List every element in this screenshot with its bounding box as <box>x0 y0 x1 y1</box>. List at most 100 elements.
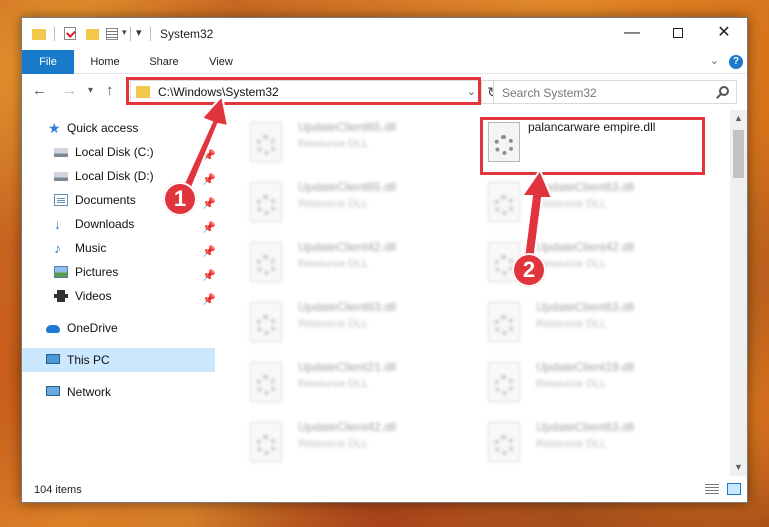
folder-icon <box>32 29 46 40</box>
file-name: UpdateClient42.dll <box>298 420 397 434</box>
file-name: UpdateClient21.dll <box>298 360 397 374</box>
scroll-down-icon[interactable]: ▼ <box>730 459 747 476</box>
list-item[interactable]: UpdateClient65.dll Resource DLL <box>240 174 470 228</box>
file-type: Resource DLL <box>536 318 607 330</box>
videos-icon <box>54 290 68 302</box>
sidebar-item-local-disk-c[interactable]: Local Disk (C:) 📌 <box>22 140 216 164</box>
file-name: UpdateClient42.dll <box>536 240 635 254</box>
dll-file-icon <box>250 242 282 282</box>
list-item[interactable]: UpdateClient42.dll Resource DLL <box>240 234 470 288</box>
expand-ribbon-icon[interactable]: ⌄ <box>710 54 719 67</box>
list-item[interactable]: UpdateClient42.dll Resource DLL <box>240 414 470 468</box>
sidebar-item-label: Downloads <box>75 217 135 231</box>
sidebar-item-network[interactable]: Network <box>22 380 215 404</box>
separator <box>130 27 131 41</box>
sidebar-item-music[interactable]: ♪ Music 📌 <box>22 236 216 260</box>
hard-drive-icon <box>54 148 68 157</box>
sidebar-item-pictures[interactable]: Pictures 📌 <box>22 260 216 284</box>
maximize-button[interactable] <box>655 18 701 48</box>
file-type: Resource DLL <box>536 378 607 390</box>
search-placeholder: Search System32 <box>502 86 597 100</box>
tab-home[interactable]: Home <box>82 50 128 74</box>
sidebar-item-onedrive[interactable]: OneDrive <box>22 316 215 340</box>
file-type: Resource DLL <box>536 198 607 210</box>
file-type: Resource DLL <box>536 438 607 450</box>
documents-icon <box>54 194 68 206</box>
sidebar-item-label: Local Disk (C:) <box>75 145 154 159</box>
sidebar-item-label: OneDrive <box>67 321 118 335</box>
file-name: UpdateClient63.dll <box>536 300 635 314</box>
separator <box>54 27 55 41</box>
dll-file-icon <box>488 422 520 462</box>
file-name: UpdateClient63.dll <box>536 420 635 434</box>
quick-access-toolbar-dropdown-icon[interactable]: ▾ <box>136 26 142 39</box>
file-type: Resource DLL <box>298 378 369 390</box>
address-bar-highlight <box>126 77 481 105</box>
item-count: 104 items <box>34 484 82 496</box>
back-arrow-icon[interactable]: ← <box>32 82 47 99</box>
sidebar-item-label: Music <box>75 241 107 255</box>
sidebar-item-quick-access[interactable]: ★ Quick access <box>22 116 215 140</box>
list-item[interactable]: UpdateClient65.dll Resource DLL <box>240 114 470 168</box>
tab-file[interactable]: File <box>22 50 74 74</box>
sidebar-item-label: Documents <box>75 193 136 207</box>
file-name: UpdateClient65.dll <box>298 120 397 134</box>
computer-icon <box>46 354 60 364</box>
pictures-icon <box>54 266 68 278</box>
file-name: UpdateClient65.dll <box>298 180 397 194</box>
forward-arrow-icon[interactable]: → <box>62 82 77 99</box>
up-arrow-icon[interactable]: ↑ <box>106 82 114 99</box>
properties-icon[interactable] <box>106 28 118 40</box>
downloads-icon: ↓ <box>54 216 61 232</box>
step-2-badge: 2 <box>512 253 546 287</box>
file-type: Resource DLL <box>298 138 369 150</box>
dll-file-icon <box>250 422 282 462</box>
sidebar-item-this-pc[interactable]: This PC <box>22 348 215 372</box>
properties-check-icon[interactable] <box>64 27 76 40</box>
large-icons-view-icon[interactable] <box>727 483 741 495</box>
file-type: Resource DLL <box>298 258 369 270</box>
sidebar-item-label: Network <box>67 385 112 399</box>
sidebar-item-label: Quick access <box>67 121 139 135</box>
status-bar: 104 items <box>22 478 747 502</box>
file-type: Resource DLL <box>298 198 369 210</box>
scroll-up-icon[interactable]: ▲ <box>730 110 747 127</box>
list-item[interactable]: UpdateClient63.dll Resource DLL <box>240 294 470 348</box>
title-bar: ▾ ▾ System32 — ✕ <box>22 18 747 50</box>
list-item[interactable]: UpdateClient42.dll Resource DLL <box>478 234 708 288</box>
file-name: UpdateClient63.dll <box>536 180 635 194</box>
file-type: Resource DLL <box>536 258 607 270</box>
search-input[interactable]: Search System32 <box>493 80 737 104</box>
list-item[interactable]: UpdateClient63.dll Resource DLL <box>478 294 708 348</box>
scrollbar-thumb[interactable] <box>733 130 744 178</box>
close-button[interactable]: ✕ <box>701 18 747 48</box>
recent-locations-icon[interactable]: ▾ <box>88 85 93 96</box>
vertical-scrollbar[interactable]: ▲ ▼ <box>730 110 747 476</box>
dll-file-icon <box>250 182 282 222</box>
list-item[interactable]: UpdateClient19.dll Resource DLL <box>478 354 708 408</box>
sidebar-item-label: Videos <box>75 289 112 303</box>
pin-icon[interactable]: 📌 <box>202 288 216 312</box>
sidebar-item-downloads[interactable]: ↓ Downloads 📌 <box>22 212 216 236</box>
hard-drive-icon <box>54 172 68 181</box>
music-icon: ♪ <box>54 240 61 256</box>
window-title: System32 <box>160 27 214 41</box>
help-icon[interactable]: ? <box>729 55 743 69</box>
new-folder-icon[interactable] <box>86 29 99 40</box>
onedrive-cloud-icon <box>46 325 60 333</box>
separator <box>150 27 151 41</box>
minimize-button[interactable]: — <box>609 18 655 48</box>
list-item[interactable]: UpdateClient63.dll Resource DLL <box>478 174 708 228</box>
file-type: Resource DLL <box>298 318 369 330</box>
details-view-icon[interactable] <box>705 484 719 495</box>
tab-share[interactable]: Share <box>140 50 188 74</box>
list-item[interactable]: UpdateClient63.dll Resource DLL <box>478 414 708 468</box>
list-item[interactable]: UpdateClient21.dll Resource DLL <box>240 354 470 408</box>
search-icon <box>719 86 729 96</box>
chevron-down-icon[interactable]: ▾ <box>122 27 127 38</box>
explorer-window: ▾ ▾ System32 — ✕ File Home Share View ⌄ … <box>21 17 748 503</box>
dll-file-icon <box>488 362 520 402</box>
sidebar-item-videos[interactable]: Videos 📌 <box>22 284 216 308</box>
tab-view[interactable]: View <box>200 50 242 74</box>
ribbon: File Home Share View ⌄ ? <box>22 50 747 74</box>
